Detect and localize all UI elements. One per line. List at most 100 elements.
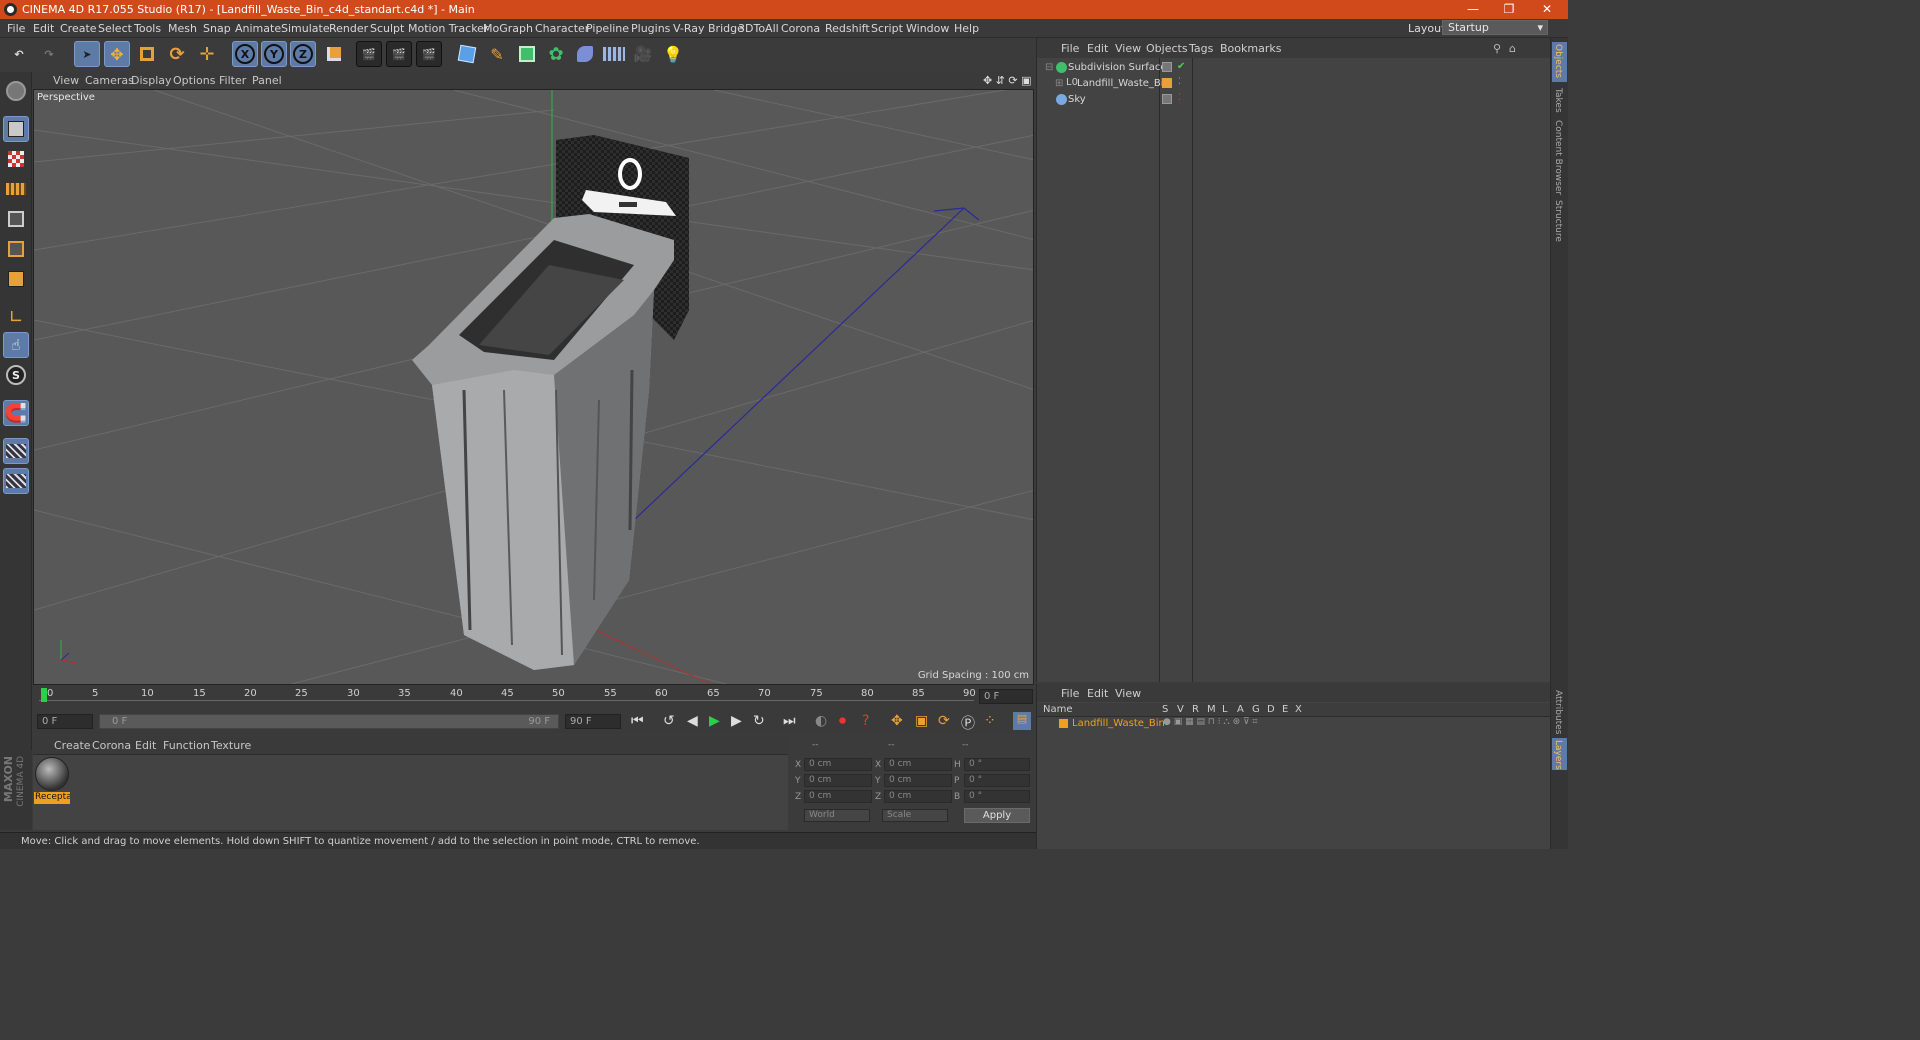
autokey-icon[interactable]: ? (862, 713, 869, 729)
previous-frame-icon[interactable]: ◀ (687, 713, 698, 729)
record-active-icon[interactable]: ⏺ (839, 713, 846, 729)
render-view-icon[interactable]: 🎬 (356, 41, 382, 67)
visibility-dots-icon[interactable]: ⁚ (1178, 93, 1181, 103)
menu-character[interactable]: Character (535, 22, 589, 35)
snap-icon[interactable]: S (3, 362, 29, 388)
next-key-icon[interactable]: ↻ (753, 713, 765, 729)
side-tab-attributes[interactable]: Attributes (1553, 690, 1563, 734)
play-icon[interactable]: ▶ (709, 713, 720, 729)
current-frame-field[interactable]: 0 F (979, 689, 1033, 704)
menu-snap[interactable]: Snap (203, 22, 231, 35)
minimize-button[interactable]: — (1456, 0, 1490, 19)
axis-mode-icon[interactable]: ∟ (3, 304, 29, 330)
camera-object-icon[interactable]: 🎥 (630, 41, 656, 67)
side-tab-layers[interactable]: Layers (1553, 740, 1563, 770)
menu-motion-tracker[interactable]: Motion Tracker (408, 22, 488, 35)
material-menu-corona[interactable]: Corona (92, 739, 131, 752)
magnet-icon[interactable]: 🧲 (3, 400, 29, 426)
subdivision-surface-icon[interactable] (514, 41, 540, 67)
layer-col-visible[interactable]: V (1177, 704, 1184, 715)
objects-menu-objects[interactable]: Objects (1146, 42, 1188, 55)
motion-record-icon[interactable]: ◐ (815, 713, 827, 729)
viewport-menu-view[interactable]: View (53, 74, 79, 87)
viewport-nav-icons[interactable]: ✥ ⇵ ⟳ ▣ (983, 74, 1032, 87)
size-mode-select[interactable]: Scale (882, 809, 948, 822)
size-y-field[interactable]: 0 cm (884, 774, 952, 787)
viewport-menu-panel[interactable]: Panel (252, 74, 282, 87)
layer-tag-icon[interactable] (1162, 94, 1172, 104)
array-cloner-icon[interactable]: ✿ (543, 41, 569, 67)
material-name[interactable]: Recepta (34, 792, 70, 804)
object-name[interactable]: Sky (1068, 94, 1086, 105)
layout-select[interactable]: Startup (1442, 20, 1548, 35)
transform-tool-icon[interactable]: ✛ (194, 41, 220, 67)
layer-color-swatch[interactable] (1059, 719, 1068, 728)
layer-col-solo[interactable]: S (1162, 704, 1168, 715)
layer-col-deformers[interactable]: D (1267, 704, 1275, 715)
menu-3dtoall[interactable]: 3DToAll (738, 22, 779, 35)
objects-menu-tags[interactable]: Tags (1189, 42, 1213, 55)
layer-col-manager[interactable]: M (1207, 704, 1216, 715)
objects-search-icon[interactable]: ⚲ (1493, 42, 1501, 55)
key-parameter-icon[interactable]: Ⓟ (961, 713, 975, 733)
viewport-menu-options[interactable]: Options (173, 74, 215, 87)
collapse-icon[interactable]: ⊟ (1045, 62, 1053, 73)
menu-vray-bridge[interactable]: V-Ray Bridge (673, 22, 744, 35)
deformer-icon[interactable] (572, 41, 598, 67)
make-editable-icon[interactable] (3, 78, 29, 104)
menu-tools[interactable]: Tools (134, 22, 161, 35)
layers-menu-view[interactable]: View (1115, 687, 1141, 700)
side-tab-objects[interactable]: Objects (1553, 44, 1563, 78)
axis-x-lock-icon[interactable]: X (232, 41, 258, 67)
workplane-mode-icon[interactable] (3, 176, 29, 202)
rotation-p-field[interactable]: 0 ° (964, 774, 1030, 787)
layer-col-expressions[interactable]: E (1282, 704, 1288, 715)
apply-button[interactable]: Apply (964, 808, 1030, 823)
go-to-end-icon[interactable]: ⏭ (783, 713, 796, 729)
objects-menu-bookmarks[interactable]: Bookmarks (1220, 42, 1281, 55)
size-z-field[interactable]: 0 cm (884, 790, 952, 803)
menu-animate[interactable]: Animate (235, 22, 281, 35)
timeline-ruler[interactable]: 0 5 10 15 20 25 30 35 40 45 50 55 60 65 … (33, 686, 1035, 708)
rotation-b-field[interactable]: 0 ° (964, 790, 1030, 803)
previous-key-icon[interactable]: ↺ (663, 713, 675, 729)
menu-corona[interactable]: Corona (781, 22, 820, 35)
objects-menu-edit[interactable]: Edit (1087, 42, 1108, 55)
axis-y-lock-icon[interactable]: Y (261, 41, 287, 67)
render-region-icon[interactable]: 🎬 (386, 41, 412, 67)
live-selection-icon[interactable]: ➤ (74, 41, 100, 67)
floor-object-icon[interactable] (601, 41, 627, 67)
restore-button[interactable]: ❐ (1492, 0, 1526, 19)
viewport-menu-display[interactable]: Display (131, 74, 172, 87)
layer-name[interactable]: Landfill_Waste_Bin (1072, 718, 1165, 729)
menu-sculpt[interactable]: Sculpt (370, 22, 404, 35)
position-y-field[interactable]: 0 cm (804, 774, 872, 787)
material-menu-edit[interactable]: Edit (135, 739, 156, 752)
viewport-menu-filter[interactable]: Filter (219, 74, 246, 87)
menu-plugins[interactable]: Plugins (631, 22, 670, 35)
locked-workplane-icon[interactable] (3, 468, 29, 494)
expand-icon[interactable]: ⊞ (1055, 78, 1063, 89)
layer-row[interactable]: Landfill_Waste_Bin ● ▣ ▦ ▤ ⊓ ⁝ ⛬ ⊛ ⊽ ⌗ (1037, 717, 1551, 731)
side-tab-content-browser[interactable]: Content Browser (1553, 120, 1563, 195)
side-tab-structure[interactable]: Structure (1553, 200, 1563, 242)
workplane-lock-icon[interactable] (3, 438, 29, 464)
material-menu-texture[interactable]: Texture (211, 739, 251, 752)
key-pla-icon[interactable]: ⁘ (984, 713, 996, 729)
menu-file[interactable]: File (7, 22, 25, 35)
material-menu-create[interactable]: Create (54, 739, 91, 752)
rotation-h-field[interactable]: 0 ° (964, 758, 1030, 771)
visibility-dots-icon[interactable]: ⁚ (1178, 77, 1181, 87)
next-frame-icon[interactable]: ▶ (731, 713, 742, 729)
key-scale-icon[interactable]: ▣ (915, 713, 928, 729)
rotate-tool-icon[interactable]: ⟳ (164, 41, 190, 67)
menu-select[interactable]: Select (98, 22, 132, 35)
menu-edit[interactable]: Edit (33, 22, 54, 35)
objects-menu-view[interactable]: View (1115, 42, 1141, 55)
perspective-viewport[interactable]: Perspective Grid Spacing : 100 cm (33, 89, 1034, 685)
render-to-picture-viewer-icon[interactable]: 🎬 (416, 41, 442, 67)
object-name[interactable]: Subdivision Surface (1068, 62, 1167, 73)
layers-menu-edit[interactable]: Edit (1087, 687, 1108, 700)
layer-color-swatch[interactable] (1162, 78, 1172, 88)
menu-mesh[interactable]: Mesh (168, 22, 197, 35)
